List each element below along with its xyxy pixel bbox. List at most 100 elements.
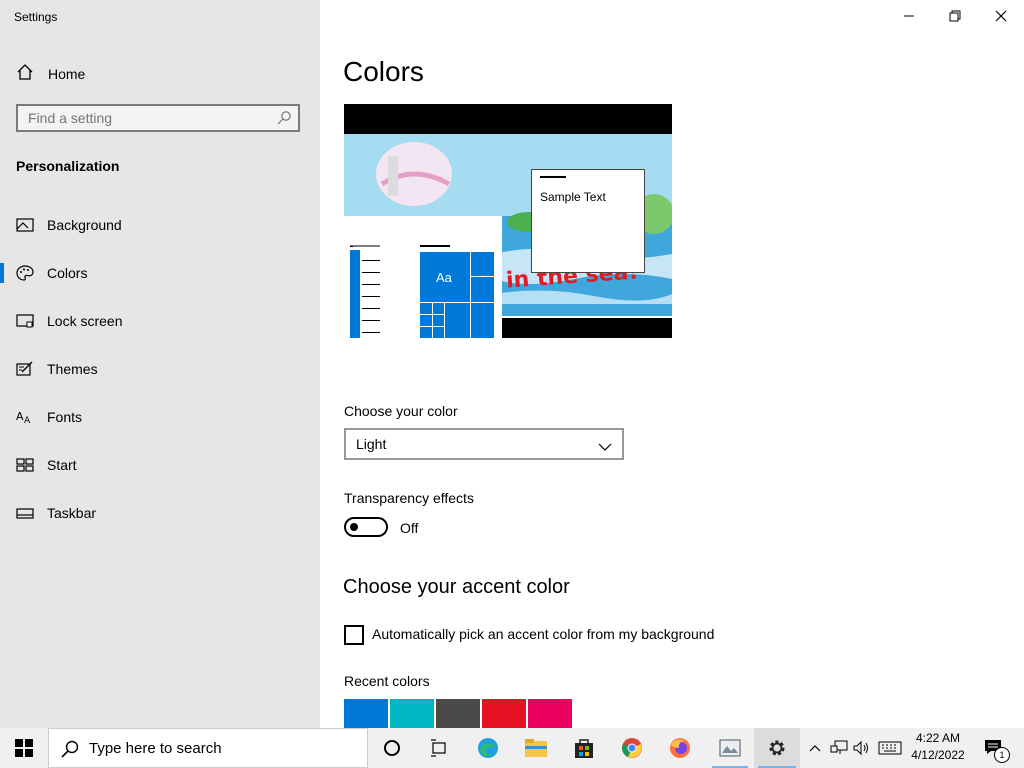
svg-text:A: A <box>24 416 31 425</box>
auto-accent-label[interactable]: Automatically pick an accent color from … <box>372 626 714 642</box>
dropdown-value: Light <box>356 436 387 452</box>
edge-button[interactable] <box>466 728 510 768</box>
notification-badge: 1 <box>994 747 1010 763</box>
recent-color-swatch[interactable] <box>482 699 526 728</box>
sidebar-item-label: Start <box>47 457 77 473</box>
settings-search-input[interactable] <box>18 106 268 130</box>
edge-icon <box>478 738 498 758</box>
svg-text:A: A <box>16 410 24 423</box>
sidebar-item-taskbar[interactable]: Taskbar <box>0 493 320 533</box>
firefox-button[interactable] <box>658 728 702 768</box>
show-hidden-icons-button[interactable] <box>806 728 824 768</box>
close-button[interactable] <box>978 0 1024 32</box>
sidebar-item-label: Fonts <box>47 409 83 425</box>
network-icon <box>830 740 848 754</box>
preview-start-list <box>362 254 380 334</box>
volume-button[interactable] <box>852 728 872 768</box>
taskbar: Type here to search 4:22 AM 4/12/2022 1 <box>0 728 1024 768</box>
recent-color-swatch[interactable] <box>390 699 434 728</box>
store-button[interactable] <box>562 728 606 768</box>
palette-icon <box>16 265 34 281</box>
preview-sample-window: Sample Text <box>531 169 645 273</box>
network-button[interactable] <box>828 728 850 768</box>
toggle-knob <box>350 523 358 531</box>
settings-button[interactable] <box>754 728 800 768</box>
section-title: Personalization <box>16 158 120 174</box>
theme-preview: Aa in the sea! Sample Text <box>344 104 672 338</box>
close-icon <box>995 10 1007 22</box>
minimize-icon <box>904 15 914 17</box>
clock-time: 4:22 AM <box>915 731 961 745</box>
restore-button[interactable] <box>932 0 978 32</box>
preview-divider <box>420 245 450 247</box>
file-explorer-icon <box>525 739 547 757</box>
preview-start-rail <box>350 250 360 338</box>
action-center-button[interactable]: 1 <box>978 728 1010 768</box>
sidebar-item-colors[interactable]: Colors <box>0 253 320 293</box>
home-link[interactable]: Home <box>16 63 85 85</box>
accent-heading: Choose your accent color <box>343 576 570 598</box>
chrome-button[interactable] <box>610 728 654 768</box>
taskbar-search-placeholder: Type here to search <box>89 740 222 757</box>
volume-icon <box>853 740 868 756</box>
fonts-icon: AA <box>16 409 34 426</box>
recent-colors-label: Recent colors <box>344 673 430 689</box>
firefox-icon <box>670 738 690 758</box>
photos-icon <box>719 739 741 757</box>
sidebar-item-label: Lock screen <box>47 313 123 329</box>
transparency-toggle[interactable] <box>344 517 388 537</box>
preview-tile-label: Aa <box>436 270 452 285</box>
transparency-label: Transparency effects <box>344 490 474 506</box>
sidebar-item-background[interactable]: Background <box>0 205 320 245</box>
sidebar-item-lock-screen[interactable]: Lock screen <box>0 301 320 341</box>
sidebar-item-label: Background <box>47 217 122 233</box>
preview-sample-text: Sample Text <box>540 190 606 204</box>
chevron-down-icon <box>598 439 612 457</box>
sidebar: Settings Home Personalization Background… <box>0 0 320 728</box>
sidebar-item-label: Themes <box>47 361 98 377</box>
search-icon[interactable] <box>276 110 292 131</box>
touch-keyboard-button[interactable] <box>876 728 904 768</box>
settings-search-box[interactable] <box>16 104 300 132</box>
chevron-up-icon <box>809 745 821 752</box>
settings-icon <box>769 740 785 756</box>
file-explorer-button[interactable] <box>514 728 558 768</box>
taskbar-icon <box>16 505 34 521</box>
recent-color-swatch[interactable] <box>436 699 480 728</box>
task-view-button[interactable] <box>417 728 461 768</box>
photos-button[interactable] <box>708 728 752 768</box>
clock[interactable]: 4:22 AM 4/12/2022 <box>906 730 970 764</box>
home-icon <box>16 63 34 86</box>
recent-color-swatch[interactable] <box>344 699 388 728</box>
image-icon <box>16 217 34 233</box>
app-title: Settings <box>14 10 58 24</box>
choose-color-dropdown[interactable]: Light <box>344 428 624 460</box>
task-view-icon <box>431 739 446 757</box>
sidebar-item-fonts[interactable]: AA Fonts <box>0 397 320 437</box>
search-icon <box>61 740 79 763</box>
keyboard-icon <box>878 741 902 755</box>
cortana-button[interactable] <box>370 728 414 768</box>
home-label: Home <box>48 66 86 82</box>
auto-accent-checkbox[interactable] <box>344 625 364 645</box>
taskbar-search-box[interactable]: Type here to search <box>48 728 368 768</box>
sidebar-item-themes[interactable]: Themes <box>0 349 320 389</box>
transparency-state: Off <box>400 520 419 536</box>
choose-color-label: Choose your color <box>344 403 458 419</box>
page-title: Colors <box>343 56 424 87</box>
lock-screen-icon <box>16 313 34 329</box>
sidebar-item-start[interactable]: Start <box>0 445 320 485</box>
recent-color-swatch[interactable] <box>528 699 572 728</box>
preview-tiles: Aa <box>420 252 494 338</box>
start-icon <box>16 457 34 473</box>
start-button[interactable] <box>0 728 48 768</box>
windows-logo-icon <box>15 739 33 757</box>
sidebar-item-label: Colors <box>47 265 88 281</box>
active-indicator <box>0 263 4 283</box>
minimize-button[interactable] <box>886 0 932 32</box>
sidebar-item-label: Taskbar <box>47 505 97 521</box>
themes-icon <box>16 361 34 377</box>
restore-icon <box>949 10 961 22</box>
cortana-icon <box>384 740 400 756</box>
chrome-icon <box>622 738 642 758</box>
